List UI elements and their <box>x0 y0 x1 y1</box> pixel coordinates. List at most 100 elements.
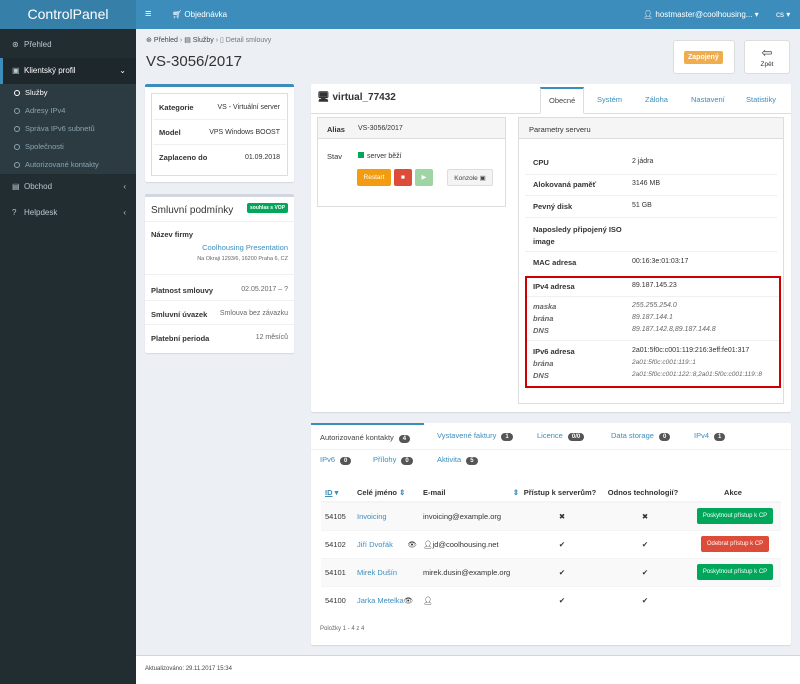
sidebar-item-overview[interactable]: ⊛ Přehled <box>0 32 136 58</box>
gw6-value: 2a01:5f0c:c001:119::1 <box>632 359 696 366</box>
sidebar-item-helpdesk[interactable]: ? Helpdesk ‹ <box>0 200 136 226</box>
console-button[interactable]: Konzole ▣ <box>447 169 493 186</box>
params-panel: Parametry serveru CPU 2 jádra Alokovaná p… <box>518 117 784 404</box>
tab-count: 0 <box>658 433 671 441</box>
circle-icon <box>14 144 20 150</box>
col-access: Přístup k serverům? <box>519 483 601 503</box>
eye-icon[interactable]: 👁︎ <box>404 596 414 605</box>
commitment-value: Smlouva bez závazku <box>219 310 288 317</box>
sidebar-subitem-companies[interactable]: Společnosti <box>0 138 136 156</box>
tab-label: Vystavené faktury <box>437 431 497 440</box>
tab-activity[interactable]: Aktivita 5 <box>437 455 478 465</box>
footer: Aktualizováno: 29.11.2017 15:34 <box>136 655 800 684</box>
row-label: Model <box>159 128 181 137</box>
tab-count: 0 <box>401 457 413 465</box>
param-label: Alokovaná paměť <box>533 180 597 189</box>
params-title: Parametry serveru <box>529 125 591 134</box>
grant-access-button[interactable]: Poskytnout přístup k CP <box>696 564 774 580</box>
row-label: Kategorie <box>159 103 194 112</box>
param-value: 51 GB <box>632 202 652 209</box>
user-menu[interactable]: 👤︎ hostmaster@coolhousing... ▾ <box>643 0 759 29</box>
terminal-icon: ▣ <box>479 175 486 182</box>
sidebar-subitem-ipv6[interactable]: Správa IPv6 subnetů <box>0 120 136 138</box>
col-email[interactable]: E-mail ⇕ <box>419 483 519 503</box>
tab-label: Data storage <box>611 431 654 440</box>
contacts-table: ID ▾ Celé jméno ⇕ E-mail ⇕ Přístup k ser… <box>321 483 781 614</box>
contract-row: Zaplaceno do 01.09.2018 <box>153 145 286 170</box>
sidebar-subitem-ipv4[interactable]: Adresy IPv4 <box>0 102 136 120</box>
table-row: 54105 Invoicing invoicing@example.org ✖ … <box>321 501 781 530</box>
tab-count: 0/0 <box>567 433 585 441</box>
tab-attachments[interactable]: Přílohy 0 <box>373 455 413 465</box>
cell-id: 54105 <box>321 501 353 530</box>
terms-title: Smluvní podmínky <box>151 205 234 216</box>
subitem-label: Adresy IPv4 <box>25 106 66 115</box>
sidebar-submenu: Služby Adresy IPv4 Správa IPv6 subnetů S… <box>0 84 136 174</box>
tab-count: 0 <box>340 457 352 465</box>
server-name: virtual_77432 <box>332 92 396 103</box>
contact-name-link[interactable]: Jiří Dvořák <box>357 540 393 549</box>
breadcrumb-services[interactable]: Služby <box>193 37 214 44</box>
status-badge-box: Zapojený <box>673 40 735 74</box>
question-icon: ? <box>12 208 17 217</box>
cell-id: 54100 <box>321 585 353 614</box>
brand-logo[interactable]: ControlPanel <box>0 0 136 29</box>
sidebar-item-label: Obchod <box>24 182 53 191</box>
subitem-label: Správa IPv6 subnetů <box>25 124 95 133</box>
col-id[interactable]: ID ▾ <box>321 483 353 503</box>
tab-system[interactable]: Systém <box>597 90 622 110</box>
subitem-label: Služby <box>25 88 48 97</box>
tab-invoices[interactable]: Vystavené faktury 1 <box>437 431 513 441</box>
language-select[interactable]: cs ▾ <box>776 0 790 29</box>
user-email: hostmaster@coolhousing... <box>655 10 753 19</box>
col-id-label: ID <box>325 487 333 497</box>
sidebar-item-business[interactable]: ▤ Obchod ‹ <box>0 174 136 200</box>
stop-button[interactable]: ■ <box>394 169 412 186</box>
subitem-label: Společnosti <box>25 142 64 151</box>
menu-toggle-icon[interactable]: ≡ <box>145 0 151 29</box>
check-icon: ✔ <box>601 557 685 586</box>
eye-icon[interactable]: 👁︎ <box>407 540 419 549</box>
tab-label: Přílohy <box>373 455 397 464</box>
col-email-label: E-mail <box>423 487 446 497</box>
breadcrumb-detail: Detail smlouvy <box>225 37 272 44</box>
sidebar-subitem-contacts[interactable]: Autorizované kontakty <box>0 156 136 174</box>
company-name-link[interactable]: Coolhousing Presentation <box>202 243 288 252</box>
grant-access-button[interactable]: Poskytnout přístup k CP <box>696 508 774 525</box>
revoke-access-button[interactable]: Odebrat přístup k CP <box>700 536 770 552</box>
tab-ipv6[interactable]: IPv6 0 <box>320 455 352 465</box>
tab-data-storage[interactable]: Data storage 0 <box>611 431 671 441</box>
restart-button[interactable]: Restart <box>357 169 391 186</box>
pager-info: Položky 1 - 4 z 4 <box>320 626 365 632</box>
play-icon: ▶ <box>421 174 427 181</box>
times-icon: ✖ <box>519 501 601 530</box>
tab-licence[interactable]: Licence 0/0 <box>537 431 585 441</box>
list-icon: ▤ <box>184 37 193 44</box>
vop-badge: souhlas s VOP <box>246 203 288 213</box>
server-title: 🖥︎ virtual_77432 <box>317 92 396 103</box>
contact-name-link[interactable]: Mirek Dušín <box>357 568 397 577</box>
monitor-icon: 🖥︎ <box>317 92 333 103</box>
check-icon: ✔ <box>519 557 601 586</box>
sort-down-icon: ▾ <box>334 487 339 497</box>
start-button[interactable]: ▶ <box>415 169 433 186</box>
tab-backup[interactable]: Záloha <box>645 90 668 110</box>
back-button[interactable]: ⇦ Zpět <box>744 40 790 74</box>
state-indicator: server běží <box>358 152 402 160</box>
tab-ipv4[interactable]: IPv4 1 <box>694 431 726 441</box>
tab-general[interactable]: Obecné <box>540 87 585 114</box>
tab-statistics[interactable]: Statistiky <box>746 90 776 110</box>
period-label: Platební perioda <box>151 334 210 343</box>
breadcrumb-home[interactable]: Přehled <box>154 37 178 44</box>
tab-settings[interactable]: Nastavení <box>691 90 725 110</box>
order-link[interactable]: 🛒︎ Objednávka <box>172 0 227 29</box>
contact-name-link[interactable]: Invoicing <box>357 512 387 521</box>
col-name[interactable]: Celé jméno ⇕ <box>353 483 419 503</box>
contact-name-link[interactable]: Jarka Metelka <box>357 596 404 605</box>
tab-contacts[interactable]: Autorizované kontakty 4 <box>311 423 424 449</box>
sidebar-item-client-profile[interactable]: ▣ Klientský profil ⌄ <box>0 58 136 84</box>
tab-label: Autorizované kontakty <box>320 433 394 442</box>
sidebar-subitem-services[interactable]: Služby <box>0 84 136 102</box>
table-row: 54101 Mirek Dušín mirek.dusin@example.or… <box>321 557 781 586</box>
cell-email: mirek.dusin@example.org <box>419 557 519 586</box>
